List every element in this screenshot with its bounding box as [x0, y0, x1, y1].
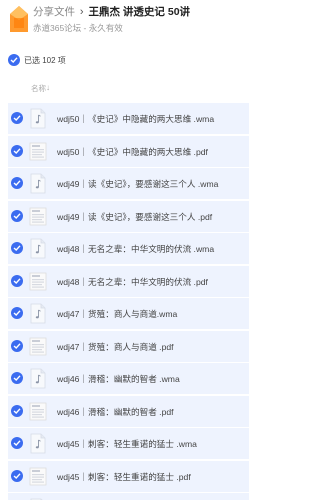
file-name: wdj49｜读《史记》，要感谢这三个人 .pdf: [57, 211, 213, 222]
row-checkbox[interactable]: [11, 242, 23, 254]
audio-file-icon: [30, 433, 46, 454]
pdf-file-icon: [29, 272, 47, 290]
check-icon: [13, 245, 21, 251]
row-checkbox[interactable]: [11, 437, 23, 449]
breadcrumb-root[interactable]: 分享文件: [33, 6, 75, 18]
row-checkbox[interactable]: [11, 339, 23, 352]
file-name: wdj45｜刺客：轻生重诺的猛士 .wma: [57, 439, 197, 449]
row-checkbox[interactable]: [11, 404, 23, 417]
file-row[interactable]: wdj44｜游侠：侠义精神的渊源 .wma: [8, 493, 249, 500]
check-icon: [13, 310, 21, 316]
file-name: wdj45｜刺客：轻生重诺的猛士 .pdf: [57, 471, 191, 482]
check-icon: [13, 342, 21, 349]
pdf-file-icon: [29, 337, 47, 355]
selection-count: 已选 102 项: [24, 56, 66, 65]
row-checkbox[interactable]: [11, 372, 23, 384]
file-row[interactable]: wdj49｜读《史记》，要感谢这三个人 .wma: [8, 168, 249, 199]
check-icon: [10, 57, 18, 63]
row-checkbox[interactable]: [11, 469, 23, 482]
name-column-header[interactable]: 名称: [31, 83, 46, 94]
check-icon: [13, 115, 21, 121]
file-name: wdj49｜读《史记》，要感谢这三个人 .wma: [57, 179, 219, 189]
file-row[interactable]: wdj49｜读《史记》，要感谢这三个人 .pdf: [8, 200, 249, 232]
file-row[interactable]: wdj48｜无名之辈：中华文明的伏流 .wma: [8, 233, 249, 264]
pdf-file-icon: [29, 207, 47, 225]
share-file-icon: [10, 6, 28, 32]
file-name: wdj48｜无名之辈：中华文明的伏流 .wma: [57, 244, 215, 254]
file-row[interactable]: wdj45｜刺客：轻生重诺的猛士 .pdf: [8, 460, 249, 492]
page-title: 王鼎杰 讲透史记 50讲: [88, 6, 191, 18]
sort-arrow-icon[interactable]: ↓: [46, 83, 50, 92]
file-row[interactable]: wdj50｜《史记》中隐藏的两大思维 .pdf: [8, 135, 249, 167]
file-name: wdj47｜货殖：商人与商道 .pdf: [57, 341, 174, 352]
check-icon: [13, 407, 21, 414]
pdf-file-icon: [29, 402, 47, 420]
audio-file-icon: [30, 238, 46, 259]
selection-bar: 已选 102 项: [0, 50, 249, 70]
column-header: 名称 ↓: [0, 82, 249, 98]
audio-file-icon: [30, 108, 46, 129]
check-icon: [13, 472, 21, 479]
file-row[interactable]: wdj50｜《史记》中隐藏的两大思维 .wma: [8, 103, 249, 134]
file-row[interactable]: wdj45｜刺客：轻生重诺的猛士 .wma: [8, 428, 249, 459]
check-icon: [13, 440, 21, 446]
check-icon: [13, 277, 21, 284]
pdf-file-icon: [29, 467, 47, 485]
header: 分享文件 › 王鼎杰 讲透史记 50讲 赤道365论坛 - 永久有效: [0, 0, 249, 42]
file-name: wdj48｜无名之辈：中华文明的伏流 .pdf: [57, 276, 208, 287]
row-checkbox[interactable]: [11, 144, 23, 157]
page-subtitle: 赤道365论坛 - 永久有效: [33, 23, 123, 33]
file-row[interactable]: wdj48｜无名之辈：中华文明的伏流 .pdf: [8, 265, 249, 297]
row-checkbox[interactable]: [11, 274, 23, 287]
file-name: wdj50｜《史记》中隐藏的两大思维 .pdf: [57, 146, 208, 157]
file-row[interactable]: wdj46｜滑稽：幽默的智者 .wma: [8, 363, 249, 394]
pdf-file-icon: [29, 142, 47, 160]
select-all-checkbox[interactable]: [8, 54, 20, 66]
file-name: wdj47｜货殖：商人与商道.wma: [57, 309, 178, 319]
row-checkbox[interactable]: [11, 307, 23, 319]
row-checkbox[interactable]: [11, 209, 23, 222]
file-row[interactable]: wdj47｜货殖：商人与商道 .pdf: [8, 330, 249, 362]
check-icon: [13, 147, 21, 154]
file-name: wdj46｜滑稽：幽默的智者 .wma: [57, 374, 180, 384]
file-name: wdj50｜《史记》中隐藏的两大思维 .wma: [57, 114, 215, 124]
check-icon: [13, 212, 21, 219]
audio-file-icon: [30, 303, 46, 324]
file-name: wdj46｜滑稽：幽默的智者 .pdf: [57, 406, 174, 417]
breadcrumb-separator: ›: [79, 6, 84, 18]
audio-file-icon: [30, 173, 46, 194]
check-icon: [13, 375, 21, 381]
file-row[interactable]: wdj46｜滑稽：幽默的智者 .pdf: [8, 395, 249, 427]
row-checkbox[interactable]: [11, 112, 23, 124]
file-row[interactable]: wdj47｜货殖：商人与商道.wma: [8, 298, 249, 329]
audio-file-icon: [30, 368, 46, 389]
check-icon: [13, 180, 21, 186]
breadcrumb: 分享文件 › 王鼎杰 讲透史记 50讲: [33, 4, 190, 19]
row-checkbox[interactable]: [11, 177, 23, 189]
